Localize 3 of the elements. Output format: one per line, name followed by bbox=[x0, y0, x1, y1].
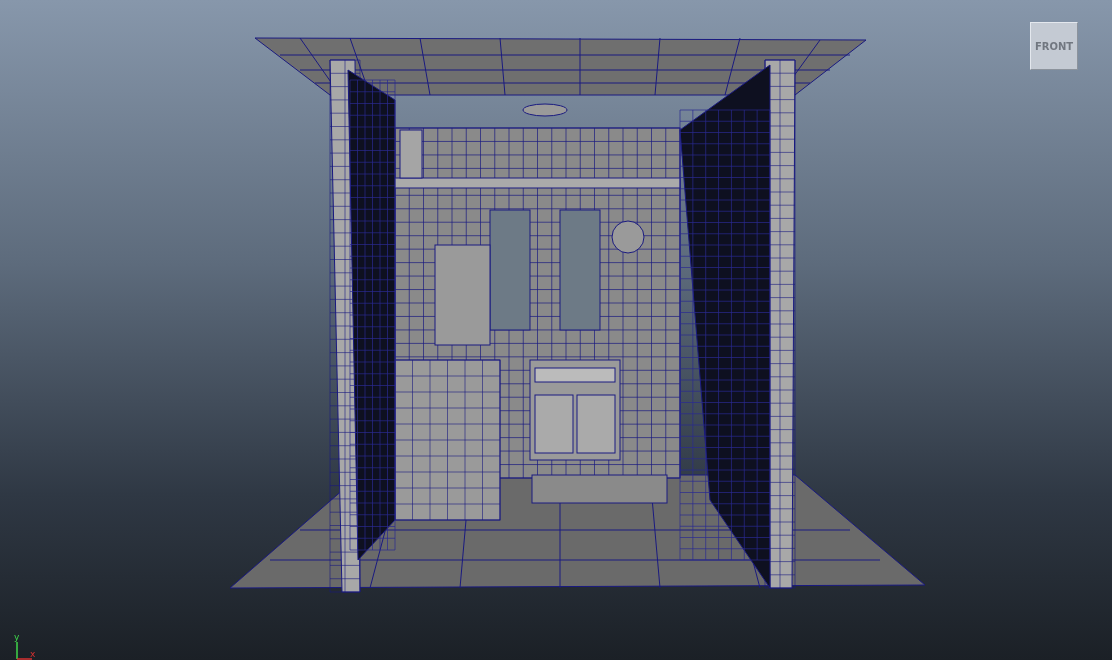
y-axis-label: y bbox=[14, 632, 20, 642]
view-cube[interactable]: FRONT bbox=[1030, 22, 1078, 70]
x-axis-label: x bbox=[30, 649, 36, 659]
